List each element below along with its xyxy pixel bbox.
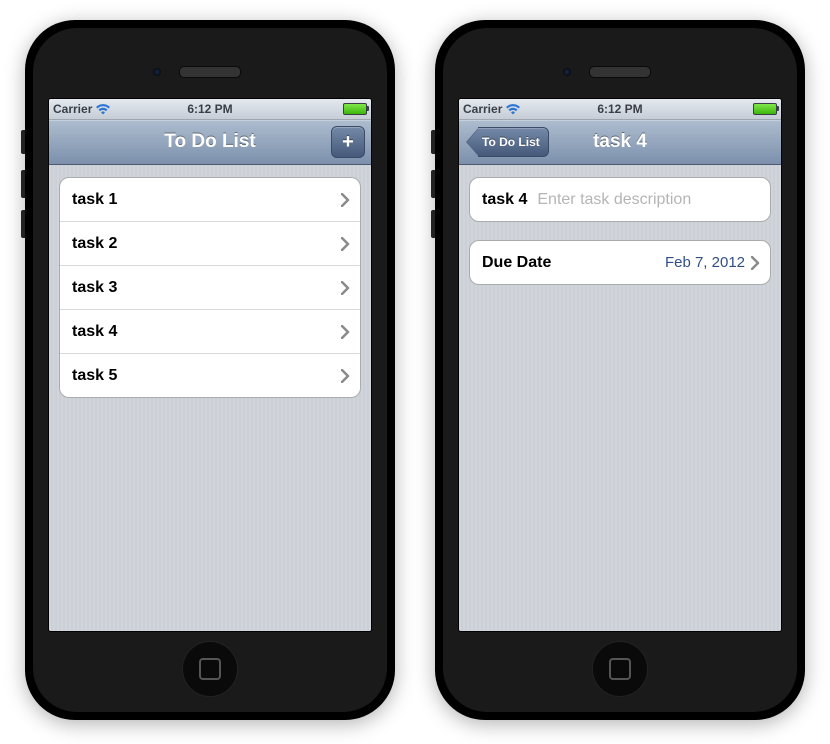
wifi-icon xyxy=(96,104,110,115)
due-date-value: Feb 7, 2012 xyxy=(665,254,745,271)
battery-icon xyxy=(753,103,777,115)
back-chevron-icon xyxy=(465,127,479,157)
status-time: 6:12 PM xyxy=(187,102,232,116)
volume-up-button[interactable] xyxy=(431,170,435,198)
task-label: task 1 xyxy=(72,191,117,209)
task-label: task 5 xyxy=(72,367,117,385)
add-button[interactable]: + xyxy=(331,126,365,158)
due-date-label: Due Date xyxy=(482,254,551,272)
task-row[interactable]: task 1 xyxy=(60,178,360,222)
task-row[interactable]: task 4 xyxy=(60,310,360,354)
task-list-group: task 1 task 2 task 3 task 4 xyxy=(59,177,361,398)
front-camera xyxy=(153,68,161,76)
chevron-right-icon xyxy=(341,281,350,295)
chevron-right-icon xyxy=(341,237,350,251)
due-date-group: Due Date Feb 7, 2012 xyxy=(469,240,771,285)
due-date-cell[interactable]: Due Date Feb 7, 2012 xyxy=(470,241,770,284)
task-name-group: task 4 xyxy=(469,177,771,222)
chevron-right-icon xyxy=(341,369,350,383)
back-button-label: To Do List xyxy=(478,127,549,157)
task-row[interactable]: task 5 xyxy=(60,354,360,397)
chevron-right-icon xyxy=(341,325,350,339)
navigation-bar: To Do List + xyxy=(49,120,371,165)
task-name-label: task 4 xyxy=(482,191,527,209)
task-name-cell[interactable]: task 4 xyxy=(470,178,770,221)
phone-body: Carrier 6:12 PM To Do Lis xyxy=(443,28,797,712)
task-label: task 3 xyxy=(72,279,117,297)
list-content[interactable]: task 1 task 2 task 3 task 4 xyxy=(49,165,371,631)
iphone-device-left: Carrier 6:12 PM To Do List + xyxy=(25,20,395,720)
mute-switch[interactable] xyxy=(431,130,435,154)
carrier-label: Carrier xyxy=(463,102,502,116)
mute-switch[interactable] xyxy=(21,130,25,154)
nav-title: To Do List xyxy=(49,131,371,153)
wifi-icon xyxy=(506,104,520,115)
volume-down-button[interactable] xyxy=(21,210,25,238)
home-button[interactable] xyxy=(592,641,648,697)
task-label: task 2 xyxy=(72,235,117,253)
task-row[interactable]: task 2 xyxy=(60,222,360,266)
front-camera xyxy=(563,68,571,76)
chevron-right-icon xyxy=(751,256,760,270)
volume-up-button[interactable] xyxy=(21,170,25,198)
task-label: task 4 xyxy=(72,323,117,341)
back-button[interactable]: To Do List xyxy=(465,127,549,157)
navigation-bar: To Do List task 4 xyxy=(459,120,781,165)
screen: Carrier 6:12 PM To Do Lis xyxy=(458,98,782,632)
carrier-label: Carrier xyxy=(53,102,92,116)
status-bar: Carrier 6:12 PM xyxy=(459,99,781,120)
detail-content[interactable]: task 4 Due Date Feb 7, 2012 xyxy=(459,165,781,631)
earpiece-speaker xyxy=(179,66,241,78)
chevron-right-icon xyxy=(341,193,350,207)
task-description-input[interactable] xyxy=(535,190,760,210)
volume-down-button[interactable] xyxy=(431,210,435,238)
home-button[interactable] xyxy=(182,641,238,697)
status-time: 6:12 PM xyxy=(597,102,642,116)
screen: Carrier 6:12 PM To Do List + xyxy=(48,98,372,632)
task-row[interactable]: task 3 xyxy=(60,266,360,310)
plus-icon: + xyxy=(342,131,354,154)
earpiece-speaker xyxy=(589,66,651,78)
status-bar: Carrier 6:12 PM xyxy=(49,99,371,120)
battery-icon xyxy=(343,103,367,115)
phone-body: Carrier 6:12 PM To Do List + xyxy=(33,28,387,712)
iphone-device-right: Carrier 6:12 PM To Do Lis xyxy=(435,20,805,720)
